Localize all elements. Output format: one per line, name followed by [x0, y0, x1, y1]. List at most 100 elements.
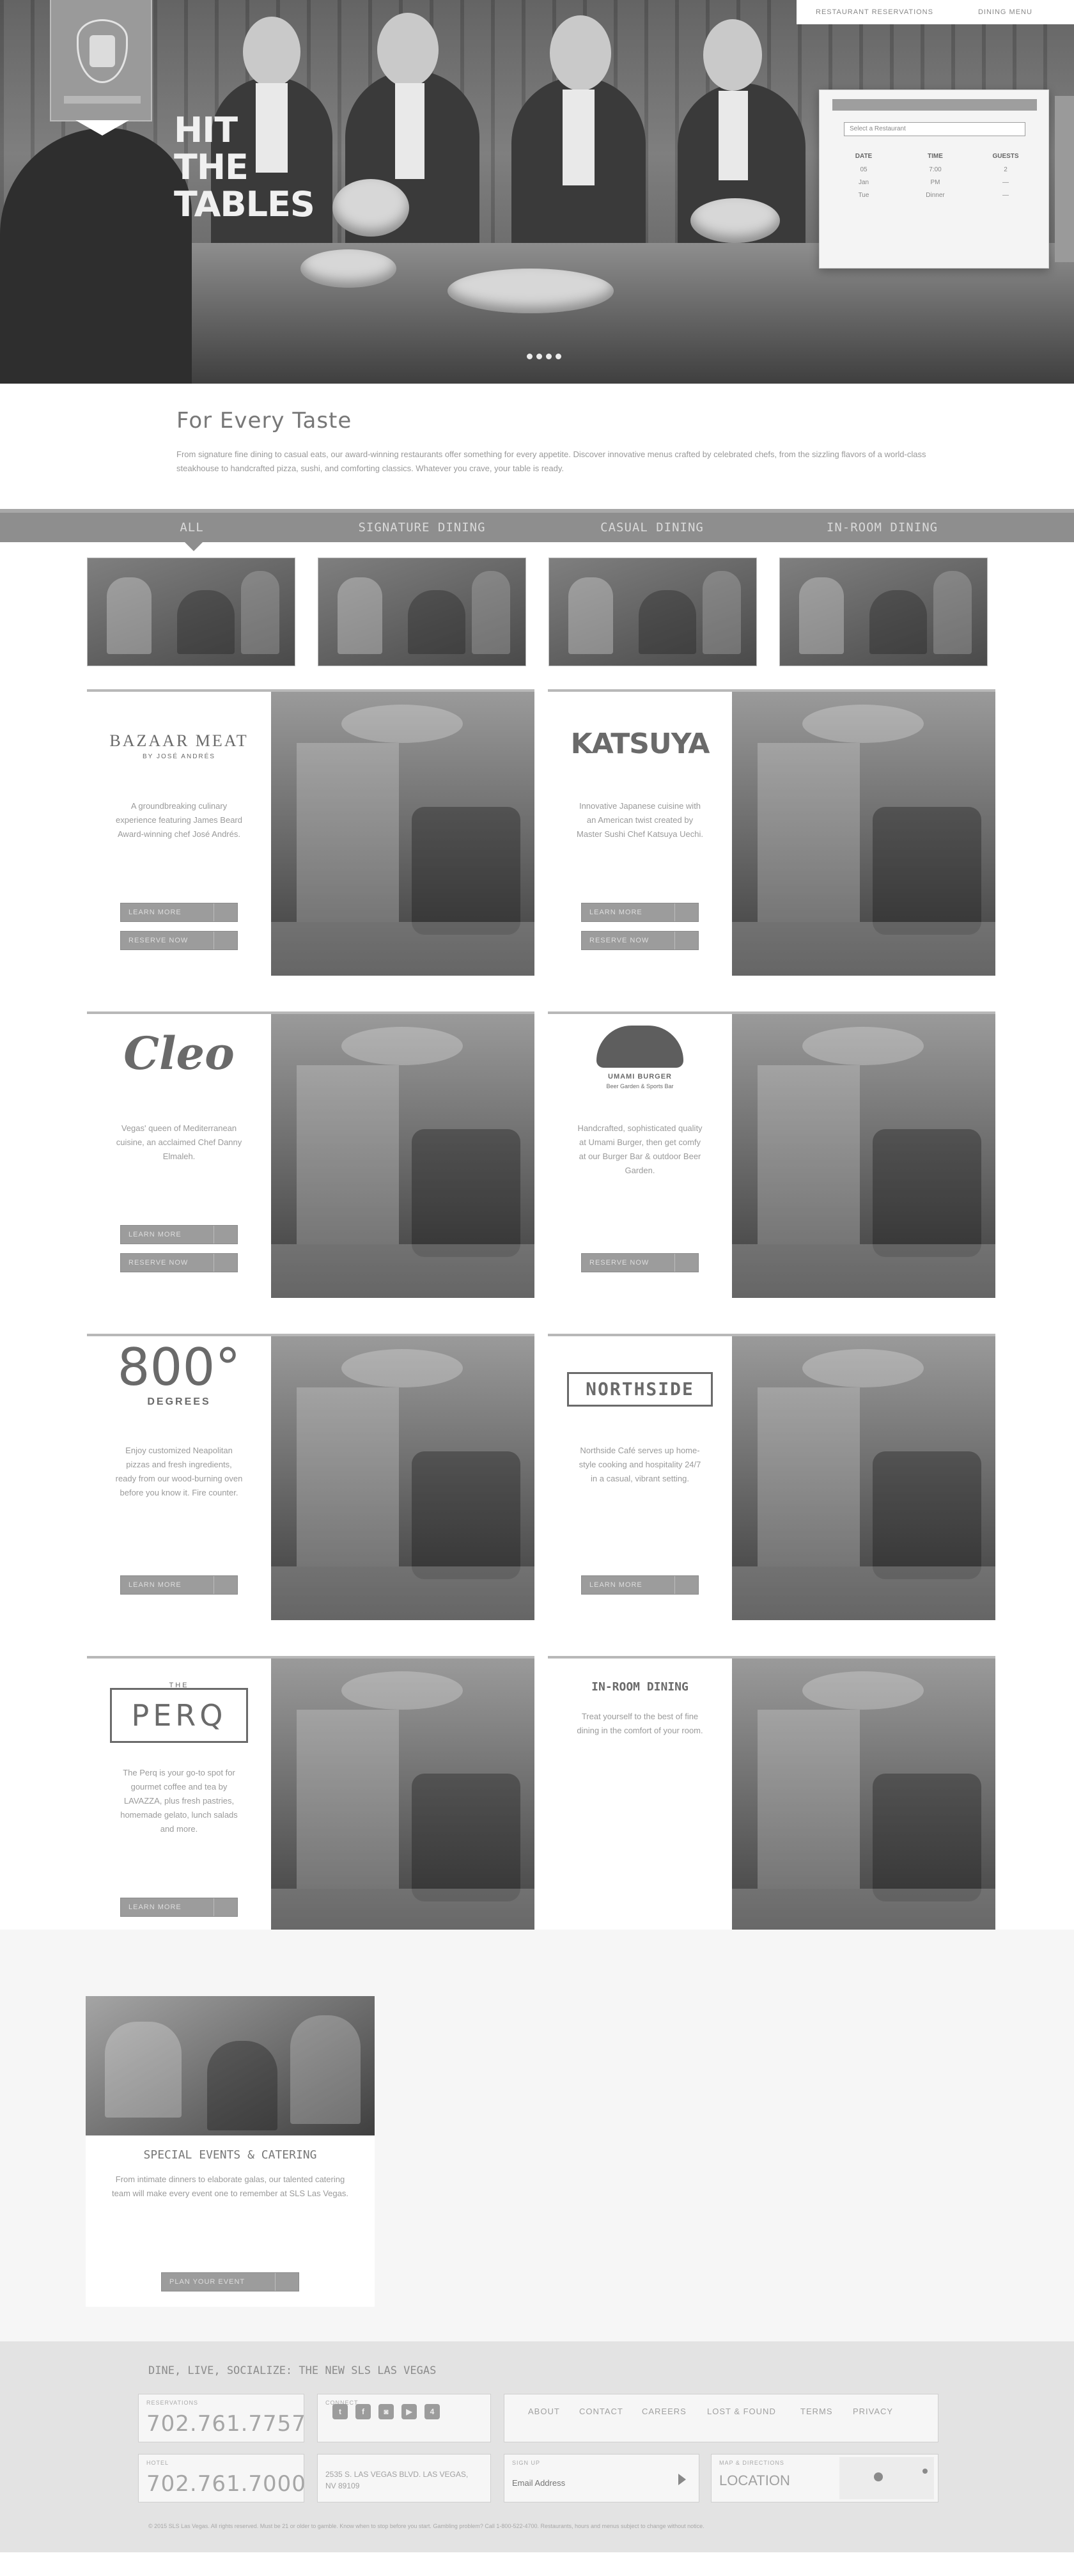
address-box: 2535 S. Las Vegas Blvd. Las Vegas, NV 89… [317, 2454, 491, 2502]
twitter-icon[interactable]: t [332, 2404, 348, 2419]
learn-more-button[interactable]: Learn More [120, 1898, 238, 1917]
reserve-now-button[interactable]: Reserve Now [581, 931, 699, 950]
foursquare-icon[interactable]: 4 [424, 2404, 440, 2419]
restaurant-photo [732, 1336, 995, 1620]
card-info: IN-ROOM DINING Treat yourself to the bes… [548, 1659, 732, 1942]
restaurant-logo: IN-ROOM DINING [591, 1680, 689, 1694]
learn-more-button[interactable]: Learn More [581, 903, 699, 922]
youtube-icon[interactable]: ▶ [401, 2404, 417, 2419]
learn-more-button[interactable]: Learn More [581, 1575, 699, 1595]
tab-signature-dining[interactable]: Signature Dining [326, 513, 518, 542]
hero-person-head [243, 17, 300, 87]
newsletter-box: Sign Up [504, 2454, 699, 2502]
photo-shape [732, 1244, 995, 1298]
photo-shape [802, 1349, 924, 1387]
photo-shape [802, 1671, 924, 1710]
learn-more-button[interactable]: Learn More [120, 1225, 238, 1244]
learn-more-button[interactable]: Learn More [120, 903, 238, 922]
restaurant-logo: PERQ [131, 1698, 227, 1733]
reservations-link[interactable]: Restaurant Reservations [816, 8, 933, 16]
instagram-icon[interactable]: ◙ [378, 2404, 394, 2419]
photo-shape [732, 922, 995, 976]
newsletter-email-input[interactable] [512, 2474, 665, 2492]
hotel-phone-box[interactable]: Hotel 702.761.7000 [138, 2454, 306, 2502]
widget-guests-column[interactable]: Guests 2 — — [983, 153, 1028, 205]
category-thumbnail-in-room[interactable] [779, 558, 988, 666]
footer-link-contact[interactable]: Contact [579, 2407, 623, 2416]
restaurant-description: Handcrafted, sophisticated quality at Um… [577, 1123, 703, 1175]
photo-shape [341, 1349, 463, 1387]
events-title: Special Events & Catering [143, 2148, 317, 2162]
menu-arrow-icon[interactable] [75, 120, 129, 136]
facebook-icon[interactable]: f [355, 2404, 371, 2419]
carousel-dot[interactable] [536, 354, 542, 359]
hero-headline: HIT THE TABLES [174, 112, 315, 224]
footer-link-terms[interactable]: Terms [800, 2407, 833, 2416]
hero-dish [332, 179, 409, 237]
learn-more-button[interactable]: Learn More [120, 1575, 238, 1595]
map-thumbnail[interactable] [839, 2457, 934, 2499]
widget-column-value: 2 [1004, 166, 1008, 173]
submit-arrow-icon[interactable] [678, 2474, 686, 2485]
active-tab-caret-icon [185, 542, 203, 551]
reserve-now-button[interactable]: Reserve Now [120, 1253, 238, 1272]
widget-date-column[interactable]: Date 05 Jan Tue [841, 153, 886, 205]
photo-shape [341, 1027, 463, 1065]
carousel-dot[interactable] [527, 354, 533, 359]
card-info: KATSUYA Innovative Japanese cuisine with… [548, 692, 732, 976]
restaurant-description: Enjoy customized Neapolitan pizzas and f… [115, 1446, 243, 1497]
photo-shape [297, 1065, 399, 1244]
photo-shape [873, 1774, 981, 1901]
restaurant-logo: Cleo [123, 1027, 235, 1080]
restaurant-select[interactable]: Select a Restaurant [844, 122, 1025, 136]
logo-crest-center [90, 35, 115, 67]
widget-column-value: 7:00 [929, 166, 942, 173]
location-box[interactable]: Map & Directions LOCATION [711, 2454, 938, 2502]
carousel-dot[interactable] [556, 354, 561, 359]
site-logo[interactable] [50, 0, 152, 121]
plan-event-button[interactable]: Plan Your Event [161, 2272, 299, 2291]
hotel-number[interactable]: 702.761.7000 [146, 2471, 306, 2497]
map-pin-icon [874, 2472, 883, 2481]
widget-column-value: Dinner [926, 192, 945, 199]
carousel-dots [527, 354, 561, 359]
photo-shape [105, 2022, 182, 2118]
thumbnail-figure [869, 590, 927, 654]
reservation-side-tab[interactable] [1055, 96, 1074, 262]
hero-headline-line: TABLES [174, 184, 315, 224]
carousel-dot[interactable] [546, 354, 552, 359]
footer-link-privacy[interactable]: Privacy [853, 2407, 893, 2416]
footer-link-careers[interactable]: Careers [642, 2407, 687, 2416]
footer-link-lost-found[interactable]: Lost & Found [707, 2407, 776, 2416]
card-info: Cleo Vegas' queen of Mediterranean cuisi… [87, 1014, 271, 1298]
photo-shape [297, 1387, 399, 1566]
dining-filter-bar: All Signature Dining Casual Dining In-Ro… [0, 509, 1074, 542]
location-label: Map & Directions [719, 2460, 784, 2466]
restaurant-photo [732, 1014, 995, 1298]
intro-text: From signature fine dining to casual eat… [176, 449, 926, 473]
card-info: THE PERQ The Perq is your go-to spot for… [87, 1659, 271, 1942]
page-bottom [0, 2552, 1074, 2576]
thumbnail-figure [639, 590, 696, 654]
category-thumbnail-casual[interactable] [549, 558, 757, 666]
widget-time-column[interactable]: Time 7:00 PM Dinner [913, 153, 958, 205]
photo-shape [802, 1027, 924, 1065]
restaurant-photo [271, 692, 534, 976]
tab-all[interactable]: All [96, 513, 288, 542]
tab-casual-dining[interactable]: Casual Dining [556, 513, 748, 542]
reserve-now-button[interactable]: Reserve Now [120, 931, 238, 950]
reserve-now-button[interactable]: Reserve Now [581, 1253, 699, 1272]
tab-in-room-dining[interactable]: In-Room Dining [786, 513, 978, 542]
widget-header [832, 99, 1037, 111]
map-pin-icon [922, 2469, 928, 2474]
category-thumbnail-signature[interactable] [318, 558, 526, 666]
category-thumbnail-all[interactable] [87, 558, 295, 666]
location-button[interactable]: LOCATION [719, 2472, 790, 2489]
photo-shape [290, 2015, 361, 2124]
footer-link-about[interactable]: About [528, 2407, 560, 2416]
dining-menu-link[interactable]: Dining Menu [978, 8, 1032, 16]
reservations-phone-box[interactable]: Reservations 702.761.7757 [138, 2394, 306, 2442]
hotel-address: 2535 S. Las Vegas Blvd. Las Vegas, NV 89… [325, 2470, 469, 2490]
reservations-number[interactable]: 702.761.7757 [146, 2411, 306, 2437]
events-photo [86, 1996, 375, 2135]
